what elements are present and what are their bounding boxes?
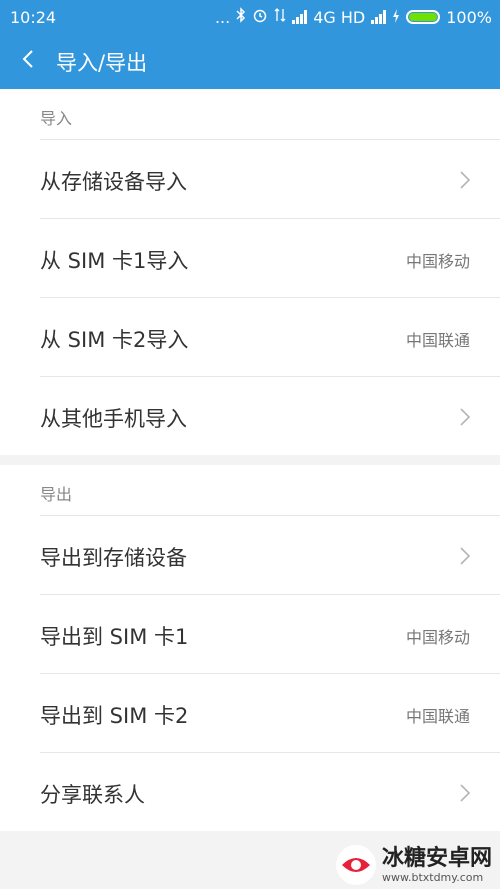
chevron-right-icon xyxy=(460,171,470,189)
list-item-export-sim2[interactable]: 导出到 SIM 卡2 中国联通 xyxy=(40,674,500,753)
chevron-left-icon xyxy=(22,50,33,68)
section-heading-label: 导出 xyxy=(40,485,73,504)
carrier-label: 中国联通 xyxy=(405,707,470,726)
status-icons: ... 4G HD 100% xyxy=(215,7,492,27)
signal-icon-2 xyxy=(371,10,387,24)
section-heading-label: 导入 xyxy=(40,109,73,128)
list-item-label: 导出到存储设备 xyxy=(40,546,187,570)
list-item-import-other-phone[interactable]: 从其他手机导入 xyxy=(40,377,500,455)
list-item-label: 导出到 SIM 卡2 xyxy=(40,704,189,728)
section-heading-export: 导出 xyxy=(40,465,500,516)
back-button[interactable] xyxy=(18,48,40,70)
watermark: 冰糖安卓网 www.btxtdmy.com xyxy=(335,845,492,885)
bluetooth-icon xyxy=(236,7,246,27)
chevron-right-icon xyxy=(460,784,470,802)
list-item-import-sim1[interactable]: 从 SIM 卡1导入 中国移动 xyxy=(40,219,500,298)
list-item-label: 分享联系人 xyxy=(40,783,145,807)
section-divider xyxy=(0,455,500,465)
battery-icon xyxy=(406,10,441,24)
carrier-label: 中国移动 xyxy=(405,252,470,271)
list-item-export-sim1[interactable]: 导出到 SIM 卡1 中国移动 xyxy=(40,595,500,674)
status-bar: 10:24 ... 4G HD 100% xyxy=(0,0,500,34)
data-transfer-icon xyxy=(274,7,286,27)
list-item-label: 从 SIM 卡1导入 xyxy=(40,249,189,273)
carrier-label: 中国移动 xyxy=(405,628,470,647)
section-heading-import: 导入 xyxy=(40,89,500,140)
chevron-right-icon xyxy=(460,408,470,426)
list-item-label: 从存储设备导入 xyxy=(40,170,187,194)
battery-percent: 100% xyxy=(446,7,492,27)
list-item-export-storage[interactable]: 导出到存储设备 xyxy=(40,516,500,595)
page-title: 导入/导出 xyxy=(56,51,148,75)
export-section: 导出 导出到存储设备 导出到 SIM 卡1 中国移动 导出到 SIM 卡2 中国… xyxy=(0,465,500,831)
signal-icon-1 xyxy=(292,10,308,24)
list-item-import-storage[interactable]: 从存储设备导入 xyxy=(40,140,500,219)
list-item-share-contacts[interactable]: 分享联系人 xyxy=(40,753,500,831)
watermark-text: 冰糖安卓网 xyxy=(381,845,492,871)
watermark-logo-icon xyxy=(335,845,376,885)
app-header: 10:24 ... 4G HD 100% 导入/导出 xyxy=(0,0,500,89)
carrier-label: 中国联通 xyxy=(405,331,470,350)
chevron-right-icon xyxy=(460,547,470,565)
charging-icon xyxy=(392,8,400,27)
alarm-icon xyxy=(252,7,268,27)
network-label: 4G HD xyxy=(313,7,366,27)
watermark-url: www.btxtdmy.com xyxy=(381,870,484,884)
list-item-label: 从 SIM 卡2导入 xyxy=(40,328,189,352)
import-section: 导入 从存储设备导入 从 SIM 卡1导入 中国移动 从 SIM 卡2导入 中国… xyxy=(0,89,500,455)
status-time: 10:24 xyxy=(10,8,57,27)
list-item-label: 导出到 SIM 卡1 xyxy=(40,625,189,649)
title-bar: 导入/导出 xyxy=(0,34,500,89)
notification-dots: ... xyxy=(214,7,231,27)
list-item-label: 从其他手机导入 xyxy=(40,407,187,431)
list-item-import-sim2[interactable]: 从 SIM 卡2导入 中国联通 xyxy=(40,298,500,377)
